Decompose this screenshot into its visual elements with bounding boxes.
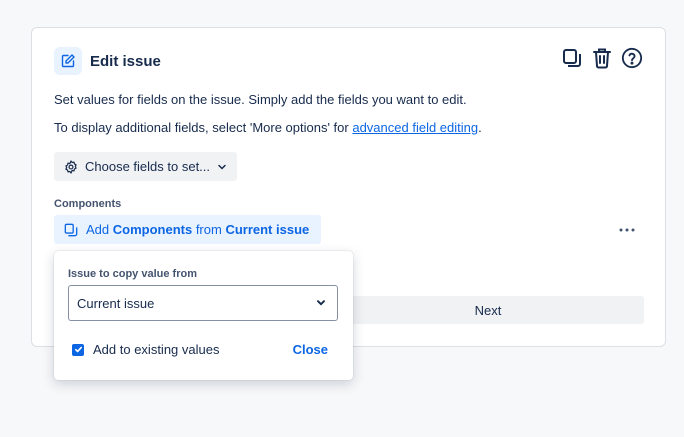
add-to-existing-label: Add to existing values [93, 342, 220, 357]
choose-fields-button[interactable]: Choose fields to set... [54, 152, 237, 181]
chevron-down-icon [317, 300, 325, 306]
issue-source-value: Current issue [77, 295, 155, 311]
page-title: Edit issue [90, 52, 161, 70]
description-text: Set values for fields on the issue. Simp… [54, 92, 467, 107]
additional-fields-text: To display additional fields, select 'Mo… [54, 120, 482, 135]
copy-value-popup: Issue to copy value from Current issue A… [54, 251, 353, 380]
add-components-label: Add Components from Current issue [86, 222, 310, 237]
copy-icon[interactable] [561, 46, 583, 70]
header-actions [561, 46, 643, 70]
help-icon[interactable] [621, 46, 643, 70]
choose-fields-label: Choose fields to set... [85, 159, 211, 174]
add-components-button[interactable]: Add Components from Current issue [54, 215, 321, 244]
add-to-existing-option: Add to existing values [72, 342, 219, 357]
panel-header: Edit issue [54, 47, 161, 75]
issue-source-select[interactable]: Current issue [68, 285, 338, 321]
copy-icon [64, 223, 78, 236]
advanced-field-editing-link[interactable]: advanced field editing [352, 120, 478, 135]
add-to-existing-checkbox[interactable] [72, 343, 84, 356]
more-icon[interactable] [617, 220, 637, 240]
check-icon [74, 346, 82, 353]
gear-icon [65, 159, 77, 174]
trash-icon[interactable] [591, 46, 613, 70]
components-label: Components [54, 198, 122, 210]
chevron-down-icon [218, 164, 226, 170]
close-button[interactable]: Close [293, 342, 328, 357]
next-button[interactable]: Next [332, 296, 644, 324]
edit-icon [54, 47, 82, 75]
issue-source-label: Issue to copy value from [68, 268, 197, 280]
